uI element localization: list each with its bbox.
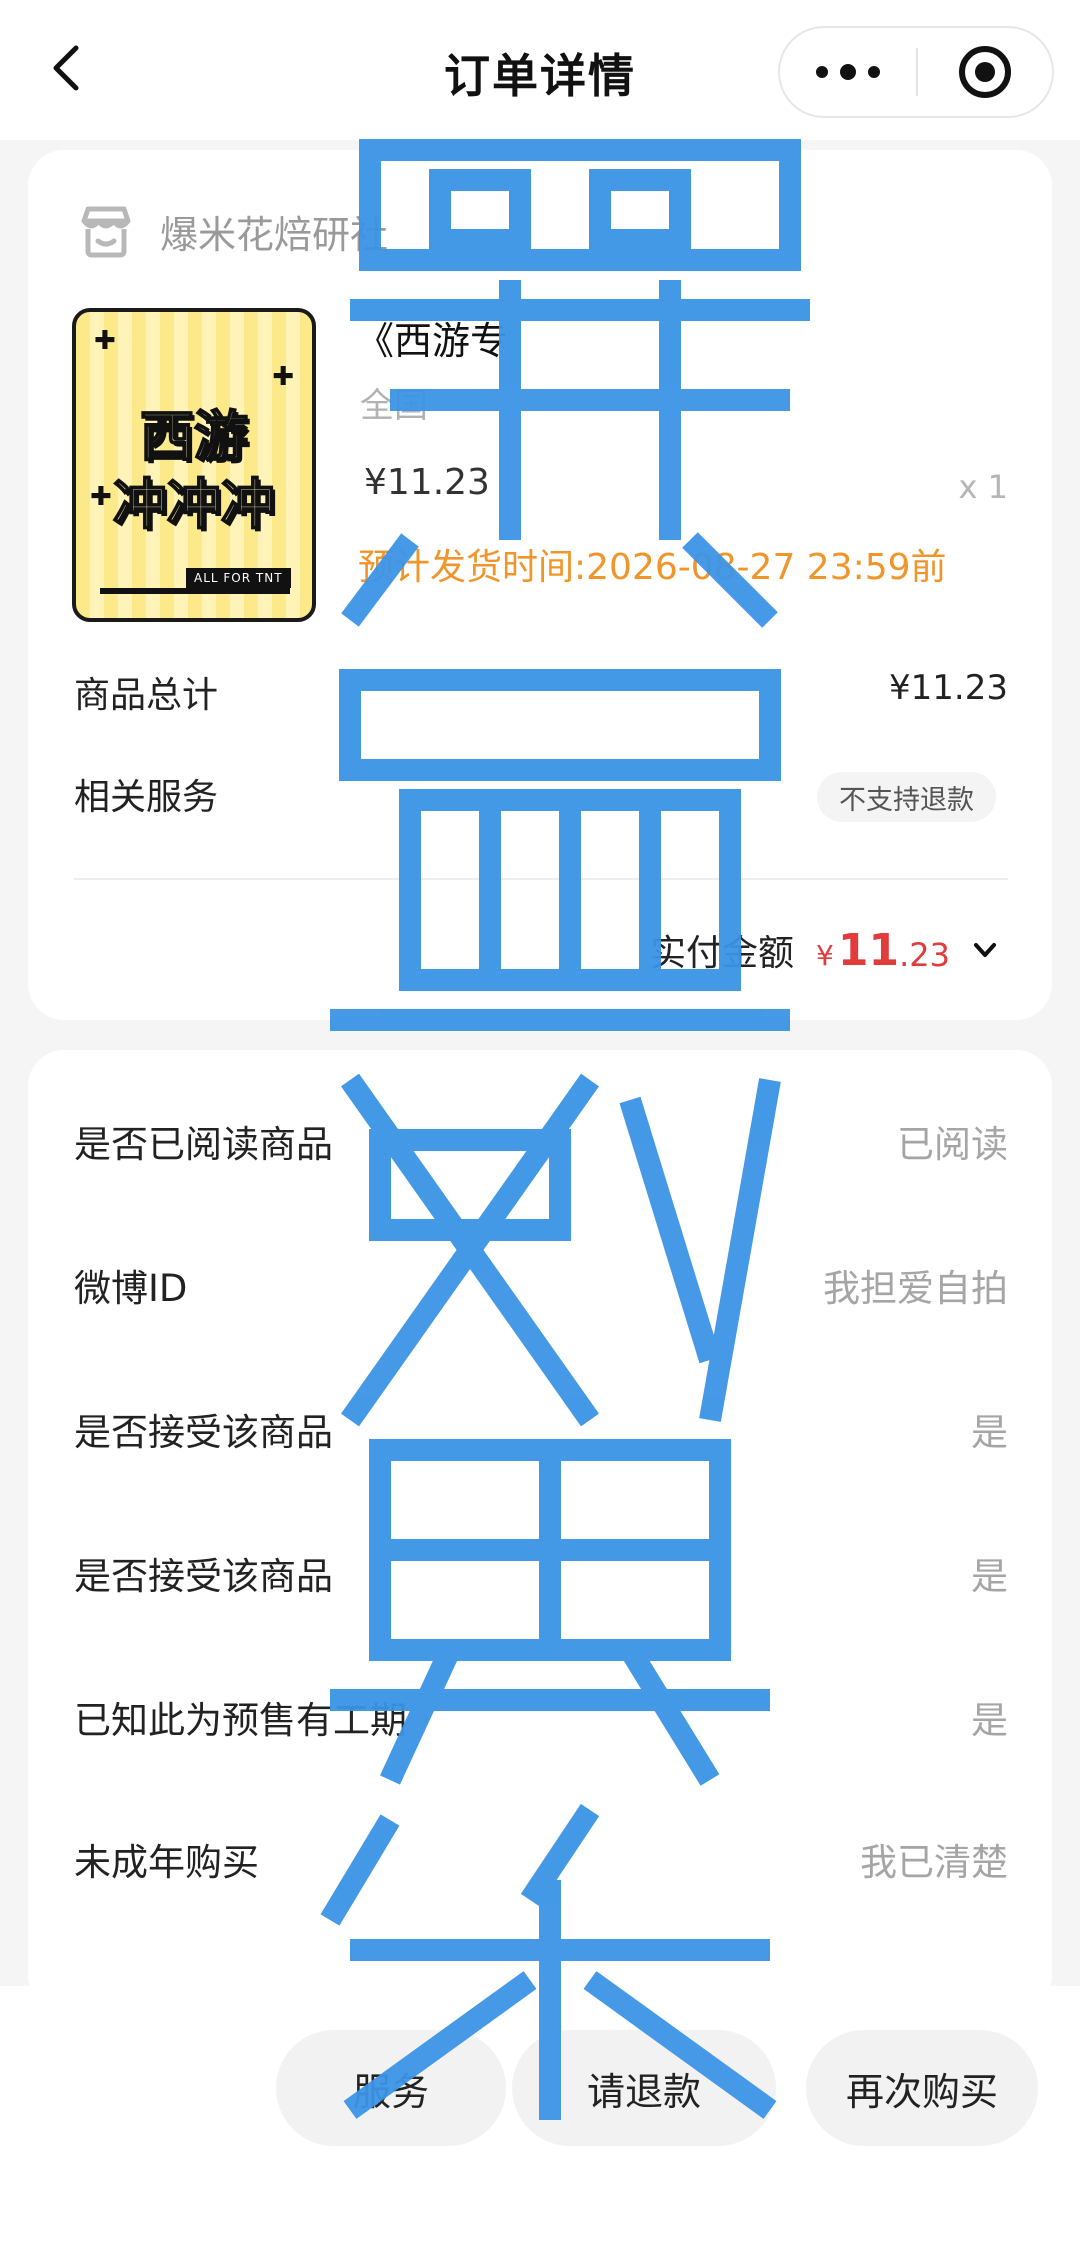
info-label: 是否已阅读商品 xyxy=(74,1123,333,1166)
star-icon: ✚ xyxy=(94,326,116,356)
info-row: 是否接受该商品 是 xyxy=(74,1538,1008,1608)
contact-service-button[interactable]: 服务 xyxy=(276,2030,506,2146)
ship-time: 预计发货时间:2026-08-27 23:59前 xyxy=(358,547,947,588)
shop-name: 爆米花焙研社 xyxy=(160,212,389,257)
product-image-text: 冲冲冲 xyxy=(112,472,276,537)
miniprogram-capsule xyxy=(778,26,1054,118)
order-card: 爆米花焙研社 ✚ ✚ ✚ 西游 冲冲冲 ALL FOR TNT 《西游专 全国 … xyxy=(28,150,1052,1020)
miniprogram-close-icon xyxy=(959,46,1011,98)
info-row: 已知此为预售有工期 是 xyxy=(74,1682,1008,1752)
more-button[interactable] xyxy=(780,28,916,116)
info-label: 未成年购买 xyxy=(74,1841,259,1884)
chevron-down-icon xyxy=(974,943,996,957)
info-value: 是 xyxy=(971,1411,1008,1454)
paid-amount-row[interactable]: 实付金额 ¥ 11 .23 xyxy=(650,920,1000,980)
info-card: 是否已阅读商品 已阅读 微博ID 我担爱自拍 是否接受该商品 是 是否接受该商品… xyxy=(28,1050,1052,2010)
info-label: 已知此为预售有工期 xyxy=(74,1699,407,1742)
product-spec: 全国 xyxy=(360,386,428,426)
info-label: 微博ID xyxy=(74,1267,188,1310)
product-image[interactable]: ✚ ✚ ✚ 西游 冲冲冲 ALL FOR TNT xyxy=(72,308,316,622)
rebuy-button[interactable]: 再次购买 xyxy=(806,2030,1038,2146)
info-row: 是否接受该商品 是 xyxy=(74,1394,1008,1464)
paid-currency: ¥ xyxy=(816,938,834,972)
product-price: ¥11.23 xyxy=(364,462,490,503)
nav-header: 订单详情 xyxy=(0,0,1080,140)
product-quantity: x 1 xyxy=(958,468,1008,506)
info-label: 是否接受该商品 xyxy=(74,1411,333,1454)
info-value: 我担爱自拍 xyxy=(823,1267,1008,1310)
paid-amount-integer: 11 xyxy=(837,924,900,976)
total-value: ¥11.23 xyxy=(889,668,1008,708)
more-dots-icon xyxy=(810,64,886,80)
info-value: 我已清楚 xyxy=(860,1841,1008,1884)
product-image-tag: ALL FOR TNT xyxy=(186,568,291,588)
shop-row[interactable]: 爆米花焙研社 xyxy=(74,196,388,266)
close-miniprogram-button[interactable] xyxy=(918,28,1052,116)
product-image-bar xyxy=(100,588,290,594)
info-value: 已阅读 xyxy=(897,1123,1008,1166)
info-label: 是否接受该商品 xyxy=(74,1555,333,1598)
info-value: 是 xyxy=(971,1555,1008,1598)
paid-label: 实付金额 xyxy=(650,933,795,974)
divider xyxy=(74,878,1008,880)
paid-amount-decimal: .23 xyxy=(899,936,950,974)
bottom-action-bar: 服务 请退款 再次购买 xyxy=(0,1986,1080,2266)
total-label: 商品总计 xyxy=(74,675,219,716)
info-value: 是 xyxy=(971,1699,1008,1742)
service-badge: 不支持退款 xyxy=(817,772,996,822)
info-row: 是否已阅读商品 已阅读 xyxy=(74,1106,1008,1176)
star-icon: ✚ xyxy=(272,362,294,392)
refund-button[interactable]: 请退款 xyxy=(512,2030,776,2146)
service-label: 相关服务 xyxy=(74,777,219,818)
shop-icon xyxy=(81,206,131,258)
info-row: 微博ID 我担爱自拍 xyxy=(74,1250,1008,1320)
info-row: 未成年购买 我已清楚 xyxy=(74,1824,1008,1894)
product-title[interactable]: 《西游专 xyxy=(356,310,508,365)
